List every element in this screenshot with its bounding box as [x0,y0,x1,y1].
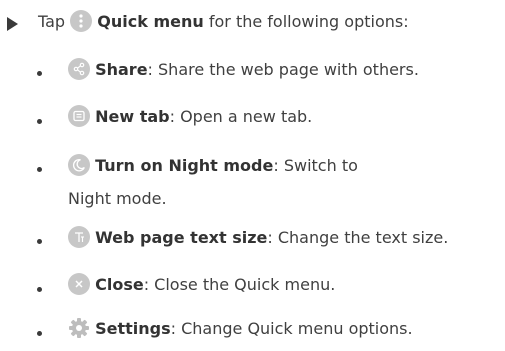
text-size-icon [68,226,90,248]
intro-rest-text: for the following options: [203,12,409,31]
list-item-settings: Settings: Change Quick menu options. [68,317,413,339]
instruction-block: Tap Quick menu for the following options… [0,0,505,351]
text-size-desc: : Change the text size. [267,228,449,247]
close-desc: : Close the Quick menu. [143,275,336,294]
list-item-text-size: Web page text size: Change the text size… [68,226,448,248]
text-size-term: Web page text size [95,228,268,247]
intro-tap-text: Tap [38,12,66,31]
night-mode-desc-continued: Night mode. [68,189,167,208]
bullet-dot [37,239,42,244]
bullet-dot [37,331,42,336]
settings-desc: : Change Quick menu options. [170,319,413,338]
bullet-dot [37,287,42,292]
new-tab-icon [68,105,90,127]
night-mode-term: Turn on Night mode [95,156,274,175]
bullet-dot [37,167,42,172]
bullet-dot [37,119,42,124]
gear-icon [68,317,90,339]
new-tab-desc: : Open a new tab. [169,107,313,126]
bullet-dot [37,71,42,76]
share-term: Share [95,60,148,79]
close-term: Close [95,275,144,294]
quick-menu-term: Quick menu [97,12,204,31]
more-vertical-icon [70,10,93,32]
list-item-share: Share: Share the web page with others. [68,58,419,80]
close-icon [68,273,90,295]
list-item-close: Close: Close the Quick menu. [68,273,335,295]
night-mode-desc: : Switch to [273,156,358,175]
list-item-night-mode: Turn on Night mode: Switch to [68,154,358,176]
list-item-new-tab: New tab: Open a new tab. [68,105,312,127]
night-mode-icon [68,154,90,176]
new-tab-term: New tab [95,107,170,126]
share-desc: : Share the web page with others. [147,60,419,79]
settings-term: Settings [95,319,171,338]
share-icon [68,58,90,80]
arrow-bullet [7,17,18,31]
